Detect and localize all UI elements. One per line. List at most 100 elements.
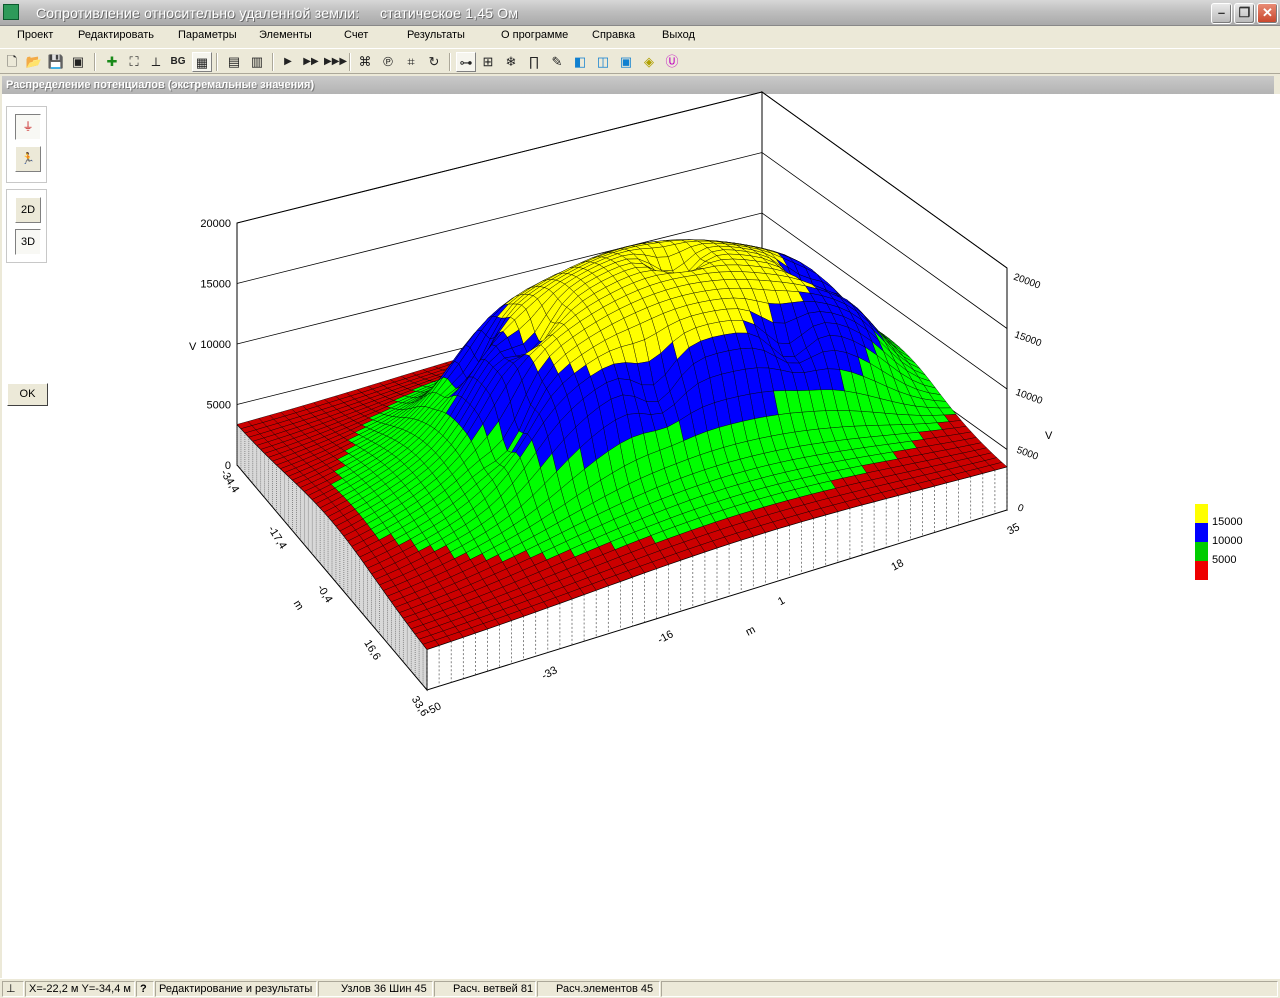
save-as-icon[interactable]: ▣ <box>68 52 88 72</box>
select-frame-icon[interactable]: ⛶ <box>124 52 144 72</box>
view-mode-group: ⏚ 🏃 <box>6 106 47 183</box>
cursor-coordinates: X=-22,2 м Y=-34,4 м <box>25 981 135 997</box>
open-folder-icon[interactable]: 📂 <box>24 52 44 72</box>
cube-icon[interactable]: ▣ <box>616 52 636 72</box>
title-bar: Сопротивление относительно удаленной зем… <box>0 0 1280 26</box>
box-icon[interactable]: ◫ <box>593 52 613 72</box>
dimension-group: 2D 3D <box>6 189 47 263</box>
z-tick-label-left: 20000 <box>200 218 231 230</box>
menu-edit[interactable]: Редактировать <box>78 29 154 41</box>
ok-button[interactable]: OK <box>7 383 48 406</box>
toolbar-separator <box>349 53 351 71</box>
play-icon[interactable]: ▶ <box>278 52 298 72</box>
z-tick-label-right: 5000 <box>1015 445 1040 463</box>
brush-icon[interactable]: ✎ <box>547 52 567 72</box>
status-empty <box>661 981 1278 997</box>
minimize-button[interactable]: – <box>1211 3 1232 24</box>
fast-forward-icon[interactable]: ▶▶▶ <box>324 52 347 72</box>
voltage-icon[interactable]: Ⓤ <box>662 52 682 72</box>
menu-exit[interactable]: Выход <box>662 29 695 41</box>
node-edit-icon[interactable]: ⌗ <box>401 52 421 72</box>
x-tick-label: -50 <box>424 700 444 718</box>
potential-distribution-window: Распределение потенциалов (экстремальные… <box>0 76 1280 978</box>
link-icon[interactable]: ⊶ <box>456 52 476 72</box>
menu-parameters[interactable]: Параметры <box>178 29 237 41</box>
x-tick-label: 18 <box>889 557 905 573</box>
view-3d-button[interactable]: 3D <box>15 229 41 255</box>
toolbar-separator <box>94 53 96 71</box>
branch-icon[interactable]: ℗ <box>378 52 398 72</box>
minimize-icon: – <box>1217 5 1226 20</box>
legend-swatch <box>1195 523 1208 542</box>
view-2d-button[interactable]: 2D <box>15 197 41 223</box>
menu-project[interactable]: Проект <box>17 29 53 41</box>
menu-elements[interactable]: Элементы <box>259 29 312 41</box>
legend-label: 5000 <box>1212 554 1237 566</box>
probe-icon[interactable]: ◈ <box>639 52 659 72</box>
close-button[interactable]: ✕ <box>1257 3 1278 24</box>
z-tick-label-right: 0 <box>1016 502 1025 514</box>
potential-surface-chart: 0050005000100001000015000150002000020000… <box>189 91 1053 719</box>
branches-status: Расч. ветвей 81 <box>434 981 536 997</box>
x-tick-label: 1 <box>776 595 787 608</box>
z-axis-label: V <box>189 341 197 353</box>
step-forward-icon[interactable]: ▶▶ <box>301 52 321 72</box>
restore-button[interactable]: ❐ <box>1234 3 1255 24</box>
mode-status: Редактирование и результаты <box>155 981 317 997</box>
z-tick-label-right: 10000 <box>1014 387 1044 407</box>
legend-swatch <box>1195 504 1208 523</box>
nodes-status: Узлов 36 Шин 45 <box>318 981 433 997</box>
elements-status: Расч.элементов 45 <box>537 981 660 997</box>
coords-icon: ⊥ <box>2 981 24 997</box>
grid-icon[interactable]: ▦ <box>192 52 212 72</box>
grounding-icon[interactable]: ⏚ <box>15 114 41 140</box>
close-icon: ✕ <box>1262 5 1273 20</box>
legend-label: 10000 <box>1212 535 1243 547</box>
status-bar: ⊥ X=-22,2 м Y=-34,4 м ? Редактирование и… <box>0 978 1280 998</box>
y-tick-label: -34,4 <box>218 468 241 496</box>
toolbar-separator <box>449 53 451 71</box>
menu-calc[interactable]: Счет <box>344 29 368 41</box>
z-axis-label-right: V <box>1045 430 1053 442</box>
x-tick-label: -16 <box>656 628 676 646</box>
x-tick-label: 35 <box>1005 521 1021 537</box>
z-tick-label-right: 15000 <box>1013 329 1043 349</box>
axes-icon[interactable]: ⟂ <box>146 52 166 72</box>
app-icon[interactable] <box>3 4 19 20</box>
z-tick-label-left: 5000 <box>207 400 231 412</box>
toolbar-separator <box>272 53 274 71</box>
step-voltage-icon[interactable]: 🏃 <box>15 146 41 172</box>
add-element-icon[interactable]: ✚ <box>102 52 122 72</box>
plane-icon[interactable]: ◧ <box>570 52 590 72</box>
legend-swatch <box>1195 542 1208 561</box>
node-icon[interactable]: ⌘ <box>355 52 375 72</box>
y-tick-label: -0,4 <box>314 583 334 605</box>
menu-results[interactable]: Результаты <box>407 29 465 41</box>
legend-label: 15000 <box>1212 516 1243 528</box>
z-tick-label-left: 10000 <box>200 339 231 351</box>
toolbar-separator <box>216 53 218 71</box>
bg-icon[interactable]: BG <box>168 52 188 72</box>
restore-icon: ❐ <box>1238 5 1251 20</box>
legend-swatch <box>1195 561 1208 580</box>
x-axis-label: m <box>744 624 758 639</box>
page-icon[interactable]: ▤ <box>224 52 244 72</box>
save-icon[interactable]: 💾 <box>46 52 66 72</box>
y-tick-label: 16,6 <box>361 638 383 663</box>
subwindow-control[interactable] <box>1274 76 1280 94</box>
z-tick-label-right: 20000 <box>1012 272 1042 292</box>
menu-about[interactable]: О программе <box>501 29 568 41</box>
x-tick-label: -33 <box>540 664 560 682</box>
help-icon[interactable]: ? <box>136 981 154 997</box>
frame-icon[interactable]: ∏ <box>524 52 544 72</box>
toolbar: 🗋 📂 💾 ▣ ✚ ⛶ ⟂ BG ▦ ▤ ▥ ▶ ▶▶ ▶▶▶ ⌘ ℗ ⌗ ↻ … <box>0 48 1280 74</box>
new-file-icon[interactable]: 🗋 <box>2 52 22 72</box>
branch-edit-icon[interactable]: ↻ <box>424 52 444 72</box>
y-axis-label: m <box>291 598 306 612</box>
window-title: Сопротивление относительно удаленной зем… <box>36 5 519 21</box>
menu-help[interactable]: Справка <box>592 29 635 41</box>
y-tick-label: -17,4 <box>265 524 288 552</box>
mesh-icon[interactable]: ⊞ <box>478 52 498 72</box>
snowflake-icon[interactable]: ❄ <box>501 52 521 72</box>
page-preview-icon[interactable]: ▥ <box>247 52 267 72</box>
